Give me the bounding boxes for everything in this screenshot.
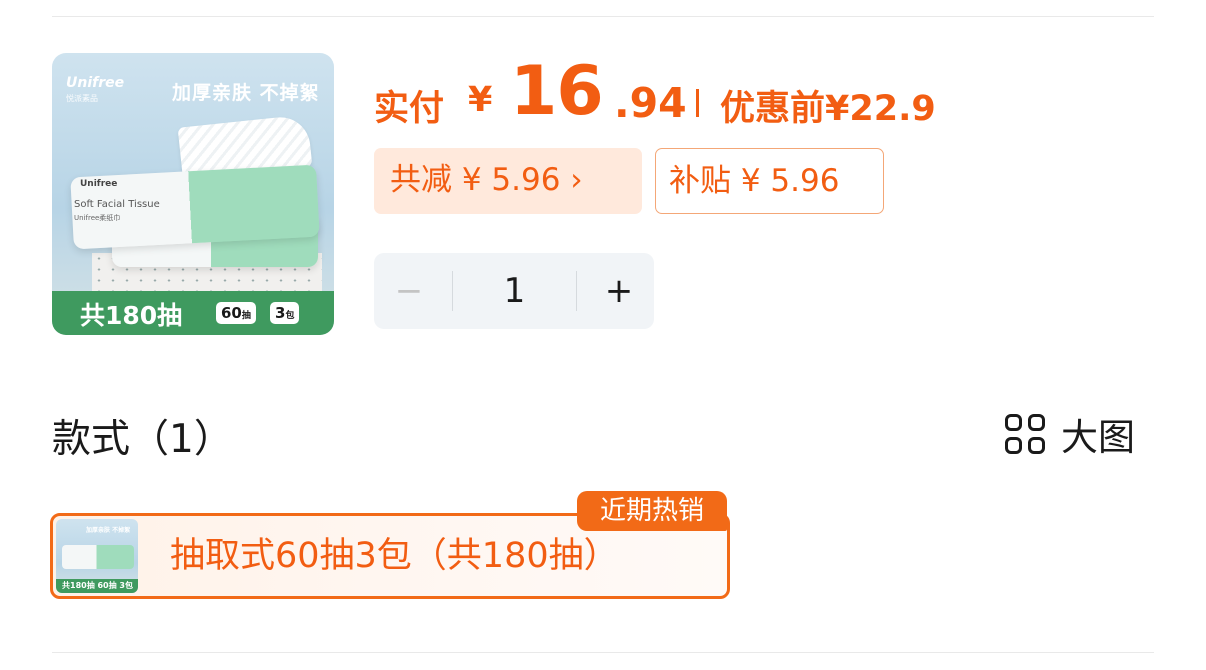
total-discount-badge[interactable]: 共减 ¥ 5.96 › <box>374 148 642 214</box>
pack-subtext: Unifree柔纸巾 <box>74 214 121 222</box>
styles-section-title: 款式（1） <box>52 417 233 462</box>
thumb-slogan: 加厚亲肤 不掉絮 <box>86 527 131 534</box>
image-chip-packs: 3包 <box>270 302 300 324</box>
chip-sheets-unit: 抽 <box>241 311 251 321</box>
variant-thumbnail: 加厚亲肤 不掉絮 共180抽 60抽 3包 <box>56 519 138 593</box>
large-view-toggle[interactable]: 大图 <box>1003 411 1135 459</box>
chip-packs-unit: 包 <box>285 311 295 321</box>
image-chip-sheets: 60抽 <box>216 302 256 324</box>
top-divider <box>52 16 1154 17</box>
thumb-banner: 共180抽 60抽 3包 <box>56 579 138 593</box>
pay-price-decimal: .94 <box>614 79 687 127</box>
quantity-stepper: − 1 + <box>374 253 654 329</box>
chip-sheets-value: 60 <box>221 304 242 322</box>
thumb-pack-graphic <box>62 545 134 569</box>
bottom-divider <box>52 652 1154 653</box>
quantity-value[interactable]: 1 <box>453 253 576 329</box>
image-brand-subtext: 悦派素品 <box>66 94 98 103</box>
large-view-label: 大图 <box>1061 416 1135 459</box>
image-slogan: 加厚亲肤 不掉絮 <box>172 82 320 104</box>
price-separator <box>696 89 699 117</box>
image-banner-total: 共180抽 <box>80 301 183 330</box>
increase-quantity-button[interactable]: + <box>584 253 654 329</box>
grid-icon <box>1003 412 1047 456</box>
pay-currency: ¥ <box>468 80 493 120</box>
chip-packs-value: 3 <box>275 304 286 322</box>
pack-brand-text: Unifree <box>80 179 118 189</box>
original-price: 优惠前¥22.9 <box>720 80 936 131</box>
pay-price-integer: 16 <box>510 52 604 131</box>
pay-label: 实付 <box>374 89 445 129</box>
subsidy-badge: 补贴 ¥ 5.96 <box>655 148 884 214</box>
image-brand-text: Unifree <box>66 75 125 91</box>
pack-text: Soft Facial Tissue <box>74 199 160 210</box>
decrease-quantity-button[interactable]: − <box>374 253 444 329</box>
hot-selling-tag: 近期热销 <box>577 491 727 531</box>
product-image[interactable]: Unifree 悦派素品 加厚亲肤 不掉絮 Unifree Soft Facia… <box>52 53 334 335</box>
image-count-banner: 共180抽 60抽 3包 <box>52 291 334 335</box>
variant-label: 抽取式60抽3包（共180抽） <box>170 536 619 576</box>
original-price-label: 优惠前 <box>720 89 826 129</box>
original-price-value: ¥22.9 <box>825 89 936 129</box>
stepper-divider <box>576 271 577 311</box>
